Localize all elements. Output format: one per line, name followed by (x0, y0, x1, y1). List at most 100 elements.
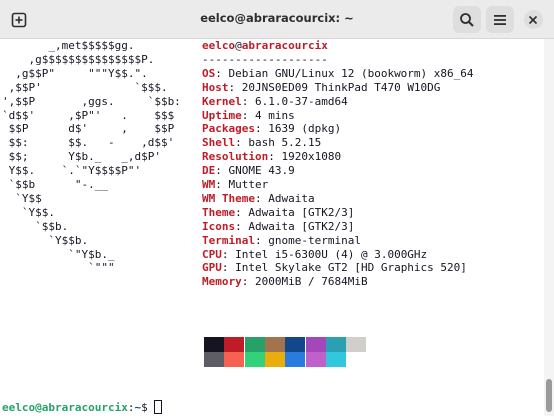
info-label-colon: : (235, 205, 249, 219)
logo-line-text: `$$b "-.__ (2, 178, 108, 191)
logo-line-text: ,g$$P" """Y$$.". (2, 66, 148, 80)
info-label: GPU (202, 261, 222, 275)
info-row: Host: 20JNS0ED09 ThinkPad T470 W10DG (202, 81, 440, 95)
user-host-heading: eelco@abraracourcix (202, 39, 328, 53)
palette-swatch (305, 352, 326, 367)
info-row: Kernel: 6.1.0-37-amd64 (202, 95, 348, 109)
close-icon (528, 15, 538, 24)
new-tab-button[interactable] (5, 6, 33, 33)
info-label-colon: : (241, 275, 255, 289)
info-label-colon: : (254, 122, 269, 136)
info-value: Debian GNU/Linux 12 (bookworm) x86_64 (228, 66, 474, 80)
info-label-colon: : (241, 94, 255, 108)
palette-swatch (204, 337, 224, 352)
info-row: Packages: 1639 (dpkg) (202, 122, 341, 136)
info-label-colon: : (215, 164, 229, 178)
info-label: Icons (202, 219, 236, 233)
logo-line-text: `Y$$ (2, 191, 42, 205)
palette-swatch (244, 352, 265, 367)
palette-swatch (325, 337, 346, 352)
info-value: 4 mins (255, 108, 295, 122)
info-value: bash 5.2.15 (248, 136, 322, 150)
info-label: Packages (202, 122, 255, 136)
logo-line-text: _,met$$$$$gg. (2, 39, 135, 52)
info-row: CPU: Intel i5-6300U (4) @ 3.000GHz (202, 248, 427, 262)
palette-swatch (264, 352, 285, 367)
logo-line: ,$$P' `$$$. (2, 81, 168, 95)
logo-line-text: `d$$' ,$P"' . $$$ (2, 108, 175, 122)
logo-line: Y$$. `.`"Y$$$$P"' (2, 164, 141, 178)
menu-button[interactable] (486, 6, 514, 33)
palette-swatch (346, 337, 367, 352)
logo-line: `""" (2, 261, 115, 275)
info-value: 20JNS0ED09 ThinkPad T470 W10DG (241, 80, 441, 94)
terminal-window: eelco@abraracourcix: ~ _,met$$$$$gg. ,g$… (0, 0, 554, 416)
palette-swatch (224, 337, 245, 352)
info-label: Terminal (202, 233, 255, 247)
info-value: Adwaita (268, 191, 315, 205)
logo-line-text: Y$$. `.`"Y$$$$P"' (2, 164, 142, 178)
logo-line: `d$$' ,$P"' . $$$ (2, 109, 174, 123)
logo-line-text: $$; Y$b._ _,d$P' (2, 150, 161, 164)
logo-line: $$; Y$b._ _,d$P' (2, 150, 161, 164)
plus-square-icon (11, 12, 27, 27)
logo-line: ',$$P ,ggs. `$$b: (2, 95, 181, 109)
info-row: Terminal: gnome-terminal (202, 234, 361, 248)
info-label-colon: : (221, 261, 236, 275)
logo-line: `Y$$ (2, 192, 42, 206)
info-label: Resolution (202, 150, 269, 164)
info-user: eelco (202, 39, 236, 52)
info-value: gnome-terminal (268, 233, 361, 247)
info-host: abraracourcix (241, 39, 328, 52)
info-label-colon: : (254, 233, 269, 247)
palette-swatch (346, 352, 367, 367)
info-label: Uptime (202, 108, 242, 122)
info-row: Theme: Adwaita [GTK2/3] (202, 206, 354, 220)
info-label: OS (202, 66, 216, 80)
info-label-colon: : (241, 108, 255, 122)
logo-line: ,g$$P" """Y$$.". (2, 66, 148, 81)
palette-swatch (244, 337, 265, 352)
search-icon (460, 12, 474, 27)
search-button[interactable] (453, 6, 481, 33)
logo-line-text: ,g$$$$$$$$$$$$$$$P. (2, 52, 155, 66)
logo-line-text: ,$$P' `$$$. (2, 80, 168, 94)
logo-line: `$$b. (2, 220, 68, 234)
palette-swatch (305, 337, 326, 352)
info-value: GNOME 43.9 (228, 164, 295, 178)
info-label-colon: : (215, 178, 229, 191)
info-row: Memory: 2000MiB / 7684MiB (202, 275, 368, 289)
close-button[interactable] (519, 6, 547, 33)
palette-swatch (285, 352, 306, 367)
info-separator: ------------------- (202, 52, 328, 66)
info-label: Theme (202, 205, 236, 219)
info-value: Mutter (228, 178, 269, 191)
terminal-output[interactable]: _,met$$$$$gg. ,g$$$$$$$$$$$$$$$P. ,g$$P"… (0, 39, 544, 416)
info-value: Intel i5-6300U (4) @ 3.000GHz (235, 247, 428, 261)
scrollbar[interactable] (544, 39, 554, 416)
logo-line-text: `Y$$b. (2, 233, 89, 247)
logo-line: _,met$$$$$gg. (2, 39, 134, 53)
text-cursor (154, 400, 163, 414)
hamburger-menu-icon (494, 14, 506, 25)
logo-line: $$P d$' , $$P (2, 122, 175, 136)
info-value: Adwaita [GTK2/3] (248, 205, 355, 219)
info-row: WM: Mutter (202, 178, 268, 192)
shell-prompt[interactable]: eelco@abraracourcix:~$ (2, 400, 163, 415)
info-row: Resolution: 1920x1080 (202, 150, 341, 164)
palette-swatch (285, 337, 306, 352)
info-row: OS: Debian GNU/Linux 12 (bookworm) x86_6… (202, 67, 474, 81)
info-label-colon: : (235, 136, 249, 150)
logo-line: ,g$$$$$$$$$$$$$$$P. (2, 53, 154, 67)
info-label: Host (202, 80, 229, 94)
logo-line: `"Y$b._ (2, 248, 114, 262)
info-label: WM (202, 178, 216, 191)
info-value: 1920x1080 (281, 150, 342, 164)
info-row: GPU: Intel Skylake GT2 [HD Graphics 520] (202, 261, 467, 275)
logo-line-text: ',$$P ,ggs. `$$b: (2, 94, 181, 108)
info-row: Uptime: 4 mins (202, 109, 295, 123)
info-label: Memory (202, 275, 242, 289)
info-label-colon: : (228, 80, 242, 94)
info-label-colon: : (215, 66, 229, 80)
scrollbar-thumb[interactable] (546, 379, 552, 412)
